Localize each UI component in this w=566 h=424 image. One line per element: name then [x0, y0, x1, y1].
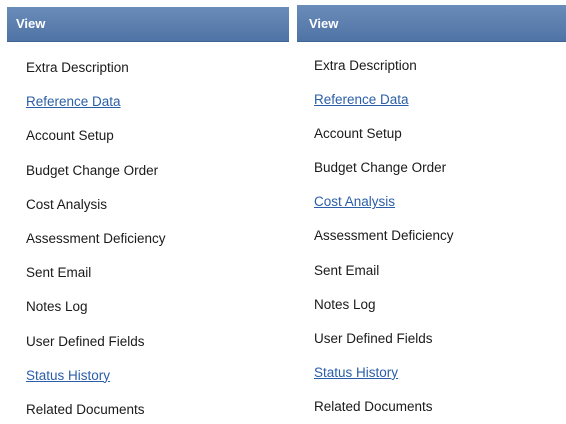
right-item-user-defined-fields[interactable]: User Defined Fields: [297, 322, 566, 356]
right-item-reference-data-link[interactable]: Reference Data: [297, 83, 566, 117]
right-item-budget-change-order[interactable]: Budget Change Order: [297, 151, 566, 185]
left-item-notes-log[interactable]: Notes Log: [7, 290, 289, 324]
left-view-menu: Extra Description Reference Data Account…: [7, 51, 289, 424]
left-item-account-setup[interactable]: Account Setup: [7, 119, 289, 153]
left-item-assessment-deficiency[interactable]: Assessment Deficiency: [7, 222, 289, 256]
right-view-panel: View Extra Description Reference Data Ac…: [297, 0, 566, 424]
right-item-related-documents[interactable]: Related Documents: [297, 390, 566, 424]
left-item-budget-change-order[interactable]: Budget Change Order: [7, 154, 289, 188]
left-item-sent-email[interactable]: Sent Email: [7, 256, 289, 290]
right-item-cost-analysis-link[interactable]: Cost Analysis: [297, 185, 566, 219]
right-panel-header: View: [297, 5, 566, 42]
screenshot-canvas: View Extra Description Reference Data Ac…: [0, 0, 566, 424]
right-item-extra-description[interactable]: Extra Description: [297, 49, 566, 83]
right-item-status-history-link[interactable]: Status History: [297, 356, 566, 390]
right-item-assessment-deficiency[interactable]: Assessment Deficiency: [297, 219, 566, 253]
right-item-notes-log[interactable]: Notes Log: [297, 288, 566, 322]
left-panel-header: View: [7, 7, 289, 42]
left-view-panel: View Extra Description Reference Data Ac…: [7, 0, 289, 424]
panel-divider: [289, 0, 297, 424]
left-item-reference-data-link[interactable]: Reference Data: [7, 85, 289, 119]
right-item-account-setup[interactable]: Account Setup: [297, 117, 566, 151]
right-item-sent-email[interactable]: Sent Email: [297, 254, 566, 288]
left-item-status-history-link[interactable]: Status History: [7, 359, 289, 393]
left-item-extra-description[interactable]: Extra Description: [7, 51, 289, 85]
left-item-cost-analysis[interactable]: Cost Analysis: [7, 188, 289, 222]
left-item-related-documents[interactable]: Related Documents: [7, 393, 289, 424]
left-item-user-defined-fields[interactable]: User Defined Fields: [7, 325, 289, 359]
right-view-menu: Extra Description Reference Data Account…: [297, 49, 566, 424]
